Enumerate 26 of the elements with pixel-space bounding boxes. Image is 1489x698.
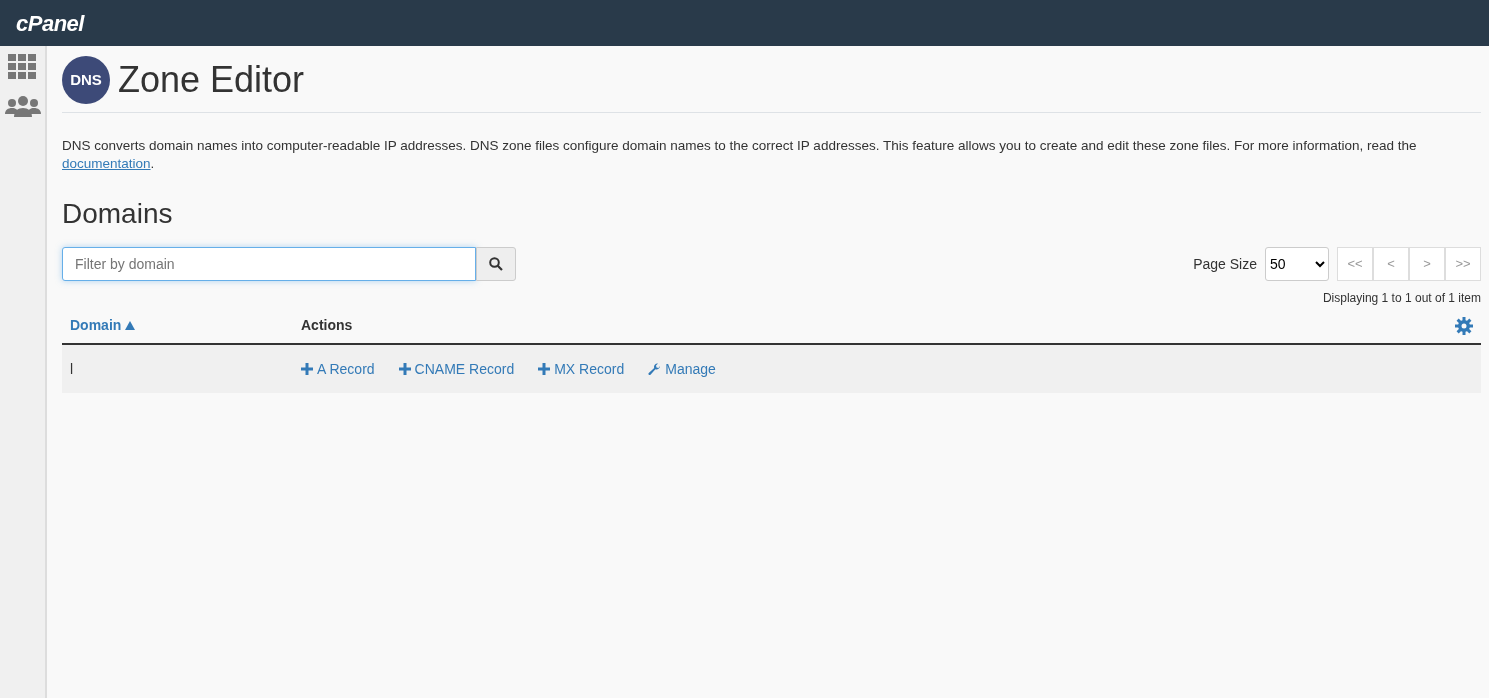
plus-icon	[301, 363, 313, 376]
dns-icon: DNS	[62, 56, 110, 104]
description: DNS converts domain names into computer-readable IP addresses. DNS zone files configure domain names to the correct IP addresses. This feature allows you to create and edit these zone files. For more information, read the documentation.	[62, 137, 1418, 174]
table-cell-text: l	[70, 359, 75, 379]
column-header: Actions	[301, 315, 353, 335]
page-size-select[interactable]: 50	[1265, 247, 1329, 282]
search-button[interactable]	[476, 247, 516, 282]
apps-grid-icon[interactable]	[7, 54, 38, 80]
action-link[interactable]: Manage	[648, 358, 716, 380]
search-field[interactable]: Filter by domain	[62, 247, 476, 282]
plus-icon	[398, 363, 411, 376]
settings-icon[interactable]	[1455, 316, 1473, 335]
column-header: Domain	[70, 315, 122, 335]
page-size-label: Page Size	[1193, 254, 1257, 274]
page-title: Zone Editor	[118, 58, 305, 102]
search-icon	[489, 257, 503, 272]
users-icon[interactable]	[4, 96, 41, 119]
results-summary: Displaying 1 to 1 out of 1 item	[1322, 290, 1481, 308]
action-link[interactable]: A Record	[301, 358, 375, 380]
wrench-icon	[648, 362, 662, 376]
action-link[interactable]: CNAME Record	[398, 358, 515, 380]
documentation-link[interactable]: documentation	[62, 156, 151, 172]
plus-icon	[538, 363, 551, 376]
action-link[interactable]: MX Record	[538, 358, 625, 380]
section-title: Domains	[62, 197, 174, 232]
logo[interactable]: cPanel	[16, 6, 84, 40]
